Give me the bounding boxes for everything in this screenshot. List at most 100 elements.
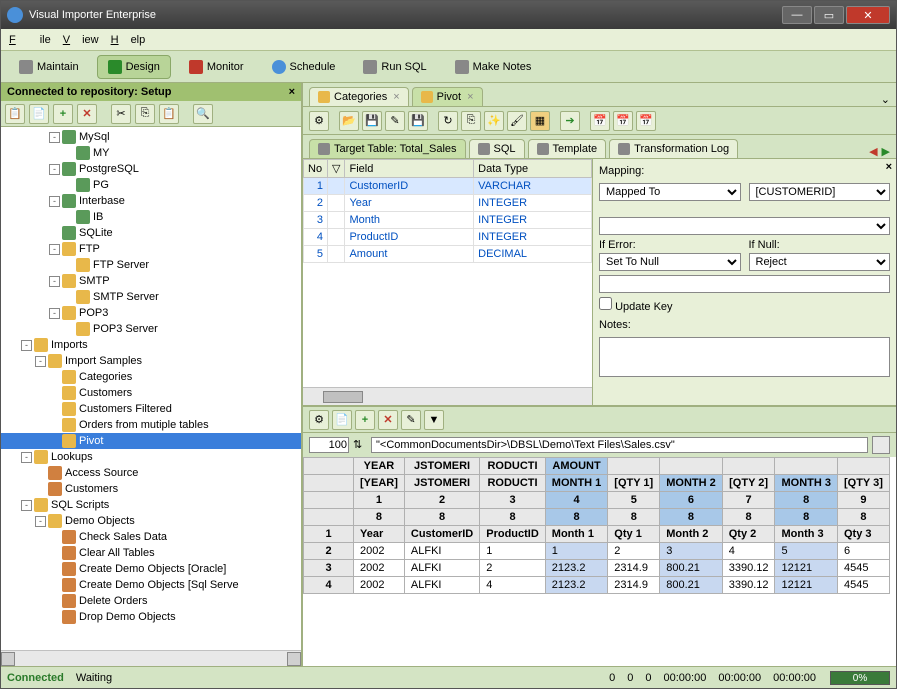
tree-item[interactable]: POP3 Server	[1, 321, 301, 337]
grid-header[interactable]: [QTY 2]	[722, 475, 775, 492]
grid-cell[interactable]: 2123.2	[545, 577, 608, 594]
nav-left-icon[interactable]: ◀	[869, 145, 877, 158]
mapped-to-select[interactable]: Mapped To	[599, 183, 741, 201]
tree-toggle-icon[interactable]: -	[49, 164, 60, 175]
grid-cell[interactable]: 2	[480, 560, 546, 577]
tb-highlight[interactable]: ▦	[530, 111, 550, 131]
grid-cell[interactable]: Qty 3	[837, 526, 889, 543]
tree-item[interactable]: Check Sales Data	[1, 529, 301, 545]
grid-cell[interactable]: 1	[480, 543, 546, 560]
close-icon[interactable]: ×	[467, 91, 473, 103]
src-del[interactable]: ✕	[378, 410, 398, 430]
spinner-icon[interactable]: ⇅	[353, 438, 367, 452]
tree-toggle-icon[interactable]	[49, 612, 60, 623]
tree-toggle-icon[interactable]	[63, 148, 74, 159]
grid-cell[interactable]: 12121	[775, 577, 838, 594]
grid-header[interactable]	[304, 458, 354, 475]
tree-item[interactable]: FTP Server	[1, 257, 301, 273]
tree-toggle-icon[interactable]: -	[35, 516, 46, 527]
source-path-input[interactable]	[371, 437, 868, 453]
tree-item[interactable]: -Import Samples	[1, 353, 301, 369]
grid-header[interactable]: 6	[660, 492, 723, 509]
grid-cell[interactable]: 4	[722, 543, 775, 560]
tab-monitor[interactable]: Monitor	[179, 56, 254, 78]
minimize-button[interactable]: —	[782, 6, 812, 24]
grid-cell[interactable]: 3390.12	[722, 560, 775, 577]
fieldgrid-scroll[interactable]	[303, 387, 592, 405]
browse-button[interactable]	[872, 436, 890, 454]
tb-saveall[interactable]: 💾	[408, 111, 428, 131]
tree-toggle-icon[interactable]: -	[35, 356, 46, 367]
cut-button[interactable]: ✂	[111, 104, 131, 124]
grid-cell[interactable]: ALFKI	[404, 577, 479, 594]
tree-toggle-icon[interactable]	[49, 404, 60, 415]
row-count-input[interactable]	[309, 437, 349, 453]
grid-header[interactable]: JSTOMERI	[404, 475, 479, 492]
tree-hscroll[interactable]	[1, 650, 301, 666]
tree-item[interactable]: -Demo Objects	[1, 513, 301, 529]
grid-cell[interactable]: 800.21	[660, 560, 723, 577]
col-no[interactable]: No	[304, 160, 328, 178]
field-grid[interactable]: No ▽ Field Data Type 1CustomerIDVARCHAR2…	[303, 159, 593, 405]
maximize-button[interactable]: ▭	[814, 6, 844, 24]
grid-cell[interactable]: 2	[304, 543, 354, 560]
tree-item[interactable]: Customers	[1, 481, 301, 497]
tree-item[interactable]: Categories	[1, 369, 301, 385]
grid-header[interactable]: 9	[837, 492, 889, 509]
tab-design[interactable]: Design	[97, 55, 171, 79]
grid-cell[interactable]: 2123.2	[545, 560, 608, 577]
close-left-icon[interactable]: ×	[289, 86, 295, 98]
tree-item[interactable]: Create Demo Objects [Sql Serve	[1, 577, 301, 593]
grid-cell[interactable]: 2314.9	[608, 577, 660, 594]
close-icon[interactable]: ×	[393, 91, 399, 103]
scroll-left-icon[interactable]	[1, 652, 15, 666]
subtab-target[interactable]: Target Table: Total_Sales	[309, 139, 466, 158]
subtab-log[interactable]: Transformation Log	[609, 139, 738, 158]
grid-cell[interactable]: Qty 2	[722, 526, 775, 543]
grid-cell[interactable]: 12121	[775, 560, 838, 577]
grid-cell[interactable]: 2314.9	[608, 560, 660, 577]
grid-header[interactable]: 7	[722, 492, 775, 509]
tree-toggle-icon[interactable]	[49, 388, 60, 399]
tab-maintain[interactable]: Maintain	[9, 56, 89, 78]
field-row[interactable]: 2YearINTEGER	[304, 195, 592, 212]
tree-item[interactable]: Orders from mutiple tables	[1, 417, 301, 433]
tb-cal3[interactable]: 📅	[636, 111, 656, 131]
grid-header[interactable]	[608, 458, 660, 475]
src-prop[interactable]: ⚙	[309, 410, 329, 430]
tb-edit[interactable]: ✎	[385, 111, 405, 131]
tree-toggle-icon[interactable]	[35, 468, 46, 479]
iferror-select[interactable]: Set To Null	[599, 253, 741, 271]
tab-schedule[interactable]: Schedule	[262, 56, 346, 78]
grid-cell[interactable]: 6	[837, 543, 889, 560]
grid-cell[interactable]: 3	[304, 560, 354, 577]
tree-item[interactable]: Access Source	[1, 465, 301, 481]
grid-cell[interactable]: CustomerID	[404, 526, 479, 543]
grid-cell[interactable]: 2002	[354, 543, 405, 560]
tree-item[interactable]: -MySql	[1, 129, 301, 145]
tree-toggle-icon[interactable]	[49, 532, 60, 543]
grid-cell[interactable]: 2	[608, 543, 660, 560]
grid-header[interactable]: MONTH 2	[660, 475, 723, 492]
grid-cell[interactable]: Year	[354, 526, 405, 543]
tree-item[interactable]: SQLite	[1, 225, 301, 241]
tree-toggle-icon[interactable]: -	[49, 276, 60, 287]
menu-view[interactable]: View	[63, 34, 99, 46]
grid-header[interactable]	[304, 492, 354, 509]
tree-item[interactable]: -FTP	[1, 241, 301, 257]
tree-toggle-icon[interactable]	[49, 580, 60, 591]
grid-cell[interactable]: 4	[480, 577, 546, 594]
grid-header[interactable]: [QTY 3]	[837, 475, 889, 492]
grid-header[interactable]: 2	[404, 492, 479, 509]
field-row[interactable]: 5AmountDECIMAL	[304, 246, 592, 263]
tree-toggle-icon[interactable]	[49, 372, 60, 383]
chevron-down-icon[interactable]: ⌄	[881, 93, 890, 106]
src-new[interactable]: 📄	[332, 410, 352, 430]
grid-header[interactable]: [YEAR]	[354, 475, 405, 492]
tb-wand[interactable]: ✨	[484, 111, 504, 131]
ifnull-select[interactable]: Reject	[749, 253, 891, 271]
src-filter[interactable]: ▼	[424, 410, 444, 430]
tree-item[interactable]: -Imports	[1, 337, 301, 353]
grid-header[interactable]: RODUCTI	[480, 475, 546, 492]
toolbar-btn-1[interactable]: 📋	[5, 104, 25, 124]
